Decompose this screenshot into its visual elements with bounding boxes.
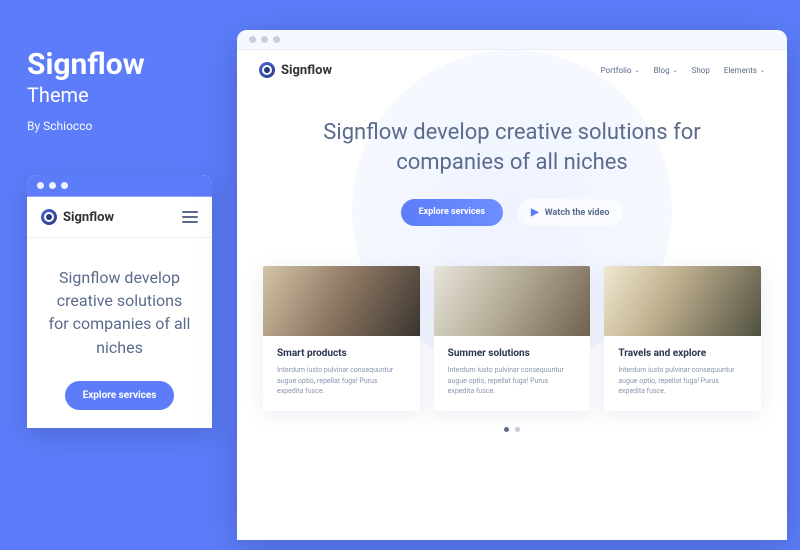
- promo-subtitle: Theme: [27, 83, 145, 107]
- card-text: Interdum iusto pulvinar consequuntur aug…: [618, 365, 747, 397]
- nav-item-blog[interactable]: Blog ⌄: [654, 66, 678, 75]
- card-body: Summer solutions Interdum iusto pulvinar…: [434, 336, 591, 411]
- desktop-preview: Signflow Home ⌄ Pages ⌄ Portfolio ⌄ Blog…: [237, 30, 787, 540]
- mobile-hero: Signflow develop creative solutions for …: [27, 238, 212, 428]
- card-travels-explore[interactable]: Travels and explore Interdum iusto pulvi…: [604, 266, 761, 411]
- window-dot: [273, 36, 280, 43]
- card-image: [263, 266, 420, 336]
- card-body: Travels and explore Interdum iusto pulvi…: [604, 336, 761, 411]
- mobile-hero-title: Signflow develop creative solutions for …: [45, 266, 194, 359]
- nav-item-shop[interactable]: Shop: [692, 66, 710, 75]
- mobile-header: Signflow: [27, 197, 212, 238]
- window-dot: [61, 182, 68, 189]
- play-icon: ▶: [531, 207, 539, 218]
- nav-item-elements[interactable]: Elements ⌄: [724, 66, 765, 75]
- promo-byline: By Schiocco: [27, 119, 145, 133]
- card-image: [604, 266, 761, 336]
- hero-section: Signflow develop creative solutions for …: [237, 90, 787, 248]
- carousel-pager: [237, 421, 787, 438]
- promo-title: Signflow: [27, 48, 145, 81]
- desktop-titlebar: [237, 30, 787, 50]
- hero-cta-row: Explore services ▶ Watch the video: [277, 199, 747, 226]
- chevron-down-icon: ⌄: [760, 67, 765, 74]
- window-dots: [37, 182, 68, 189]
- card-image: [434, 266, 591, 336]
- nav-label: Blog: [654, 66, 670, 75]
- card-text: Interdum iusto pulvinar consequuntur aug…: [277, 365, 406, 397]
- card-summer-solutions[interactable]: Summer solutions Interdum iusto pulvinar…: [434, 266, 591, 411]
- window-dots: [249, 36, 280, 43]
- nav-label: Shop: [692, 66, 710, 75]
- watch-video-button[interactable]: ▶ Watch the video: [517, 199, 623, 226]
- nav-item-portfolio[interactable]: Portfolio ⌄: [601, 66, 640, 75]
- logo[interactable]: Signflow: [41, 209, 114, 225]
- promo-block: Signflow Theme By Schiocco: [27, 48, 145, 133]
- window-dot: [49, 182, 56, 189]
- card-smart-products[interactable]: Smart products Interdum iusto pulvinar c…: [263, 266, 420, 411]
- chevron-down-icon: ⌄: [635, 67, 640, 74]
- explore-services-button[interactable]: Explore services: [65, 381, 175, 410]
- pager-dot[interactable]: [515, 427, 520, 432]
- window-dot: [261, 36, 268, 43]
- card-title: Summer solutions: [448, 348, 577, 359]
- card-text: Interdum iusto pulvinar consequuntur aug…: [448, 365, 577, 397]
- cards-row: Smart products Interdum iusto pulvinar c…: [237, 248, 787, 421]
- mobile-titlebar: [27, 175, 212, 197]
- watch-video-label: Watch the video: [545, 208, 610, 218]
- logo-icon: [41, 209, 57, 225]
- hero-title: Signflow develop creative solutions for …: [277, 118, 747, 177]
- chevron-down-icon: ⌄: [673, 67, 678, 74]
- explore-services-button[interactable]: Explore services: [401, 199, 503, 226]
- logo-icon: [259, 62, 275, 78]
- window-dot: [37, 182, 44, 189]
- card-body: Smart products Interdum iusto pulvinar c…: [263, 336, 420, 411]
- card-title: Travels and explore: [618, 348, 747, 359]
- logo[interactable]: Signflow: [259, 62, 332, 78]
- nav-label: Portfolio: [601, 66, 632, 75]
- nav-label: Elements: [724, 66, 757, 75]
- mobile-preview: Signflow Signflow develop creative solut…: [27, 175, 212, 428]
- hamburger-icon[interactable]: [182, 211, 198, 223]
- logo-text: Signflow: [63, 210, 114, 225]
- pager-dot[interactable]: [504, 427, 509, 432]
- window-dot: [249, 36, 256, 43]
- logo-text: Signflow: [281, 63, 332, 78]
- card-title: Smart products: [277, 348, 406, 359]
